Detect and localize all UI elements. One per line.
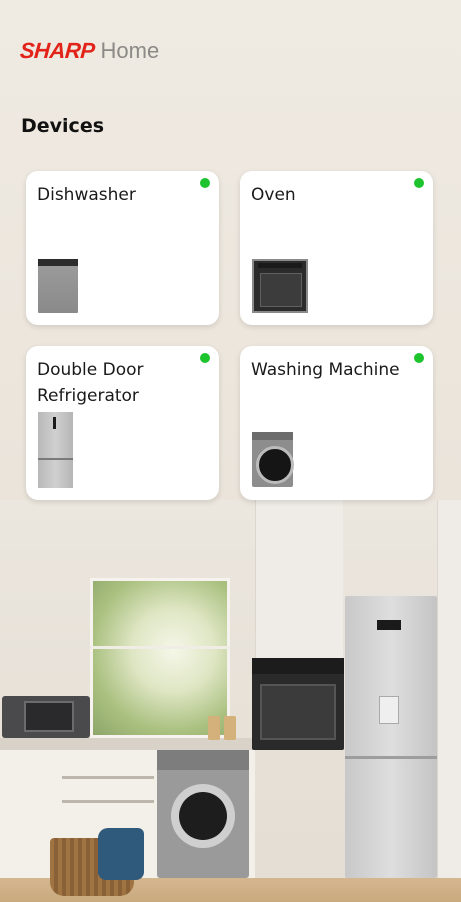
background-drawer-handle bbox=[62, 776, 154, 779]
device-card-label: Double Door Refrigerator bbox=[37, 360, 144, 406]
background-towel bbox=[98, 828, 144, 880]
background-microwave bbox=[2, 696, 90, 738]
background-cabinet bbox=[255, 500, 343, 660]
washing-machine-icon bbox=[252, 432, 294, 487]
online-status-icon bbox=[414, 178, 424, 188]
refrigerator-icon bbox=[38, 412, 73, 488]
online-status-icon bbox=[200, 178, 210, 188]
background-window-frame bbox=[90, 646, 230, 649]
device-card-refrigerator[interactable]: Double Door Refrigerator bbox=[26, 346, 219, 500]
background-refrigerator bbox=[345, 596, 437, 878]
background-window bbox=[90, 578, 230, 738]
device-card-oven[interactable]: Oven bbox=[240, 171, 433, 325]
device-card-dishwasher[interactable]: Dishwasher bbox=[26, 171, 219, 325]
oven-icon bbox=[252, 259, 308, 313]
app-name: Home bbox=[100, 38, 160, 63]
device-card-label: Washing Machine bbox=[251, 360, 400, 380]
background-cabinet bbox=[437, 500, 461, 900]
sharp-logo: SHARP bbox=[19, 38, 96, 63]
background-jar bbox=[224, 716, 236, 740]
app-screen: SHARP Home Devices Dishwasher Oven Doubl… bbox=[0, 0, 461, 902]
background-washing-machine bbox=[157, 750, 249, 878]
dishwasher-icon bbox=[38, 259, 78, 313]
device-card-label: Oven bbox=[251, 185, 296, 205]
background-drawer-handle bbox=[62, 800, 154, 803]
background-oven bbox=[252, 658, 344, 750]
brand-header: SHARP Home bbox=[19, 38, 160, 68]
online-status-icon bbox=[414, 353, 424, 363]
device-card-label: Dishwasher bbox=[37, 185, 136, 205]
section-title-devices: Devices bbox=[21, 115, 105, 137]
device-card-washing-machine[interactable]: Washing Machine bbox=[240, 346, 433, 500]
online-status-icon bbox=[200, 353, 210, 363]
background-jar bbox=[208, 716, 220, 740]
